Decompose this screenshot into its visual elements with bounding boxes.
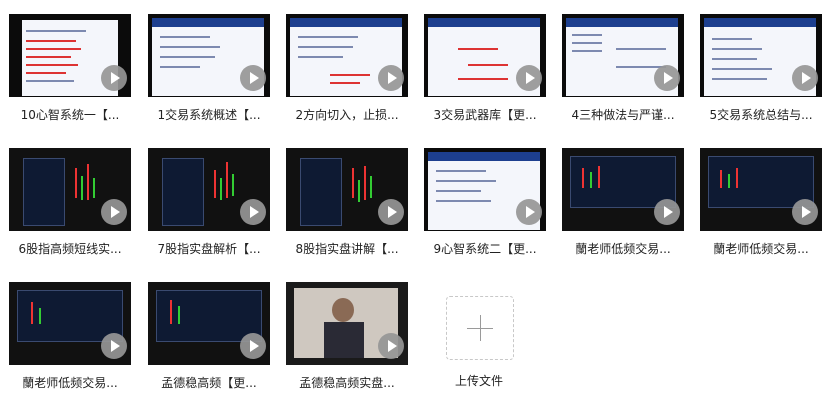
file-name: 蘭老师低频交易... <box>22 376 118 390</box>
file-name: 蘭老师低频交易... <box>713 242 809 256</box>
play-icon <box>101 65 127 91</box>
file-grid: 10心智系统一【... 1交易系统概述【... 2方向切入，止损... 3交易武… <box>0 0 826 404</box>
video-thumbnail[interactable] <box>286 282 408 365</box>
video-thumbnail[interactable] <box>148 282 270 365</box>
file-name: 2方向切入，止损... <box>295 108 399 122</box>
file-name: 孟德稳高频【更... <box>161 376 257 390</box>
video-thumbnail[interactable] <box>148 148 270 231</box>
video-thumbnail[interactable] <box>286 148 408 231</box>
video-thumbnail[interactable] <box>9 148 131 231</box>
file-name: 8股指实盘讲解【... <box>295 242 399 256</box>
play-icon <box>240 65 266 91</box>
video-thumbnail[interactable] <box>562 14 684 97</box>
file-name: 9心智系统二【更... <box>433 242 537 256</box>
file-name: 孟德稳高频实盘... <box>299 376 395 390</box>
play-icon <box>516 199 542 225</box>
file-name: 4三种做法与严谨... <box>571 108 675 122</box>
play-icon <box>240 333 266 359</box>
play-icon <box>378 333 404 359</box>
file-name: 7股指实盘解析【... <box>157 242 261 256</box>
play-icon <box>792 199 818 225</box>
play-icon <box>101 199 127 225</box>
video-thumbnail[interactable] <box>286 14 408 97</box>
play-icon <box>792 65 818 91</box>
play-icon <box>101 333 127 359</box>
video-thumbnail[interactable] <box>9 14 131 97</box>
play-icon <box>654 65 680 91</box>
play-icon <box>378 65 404 91</box>
video-thumbnail[interactable] <box>9 282 131 365</box>
upload-button[interactable] <box>446 296 514 360</box>
play-icon <box>516 65 542 91</box>
video-thumbnail[interactable] <box>148 14 270 97</box>
video-thumbnail[interactable] <box>700 14 822 97</box>
file-name: 10心智系统一【... <box>20 108 120 122</box>
upload-label[interactable]: 上传文件 <box>430 372 528 389</box>
video-thumbnail[interactable] <box>424 14 546 97</box>
video-thumbnail[interactable] <box>424 148 546 231</box>
video-thumbnail[interactable] <box>562 148 684 231</box>
play-icon <box>240 199 266 225</box>
play-icon <box>378 199 404 225</box>
file-name: 1交易系统概述【... <box>157 108 261 122</box>
file-name: 5交易系统总结与... <box>709 108 813 122</box>
play-icon <box>654 199 680 225</box>
video-thumbnail[interactable] <box>700 148 822 231</box>
file-name: 蘭老师低频交易... <box>575 242 671 256</box>
file-name: 3交易武器库【更... <box>433 108 537 122</box>
file-name: 6股指高频短线实... <box>18 242 122 256</box>
